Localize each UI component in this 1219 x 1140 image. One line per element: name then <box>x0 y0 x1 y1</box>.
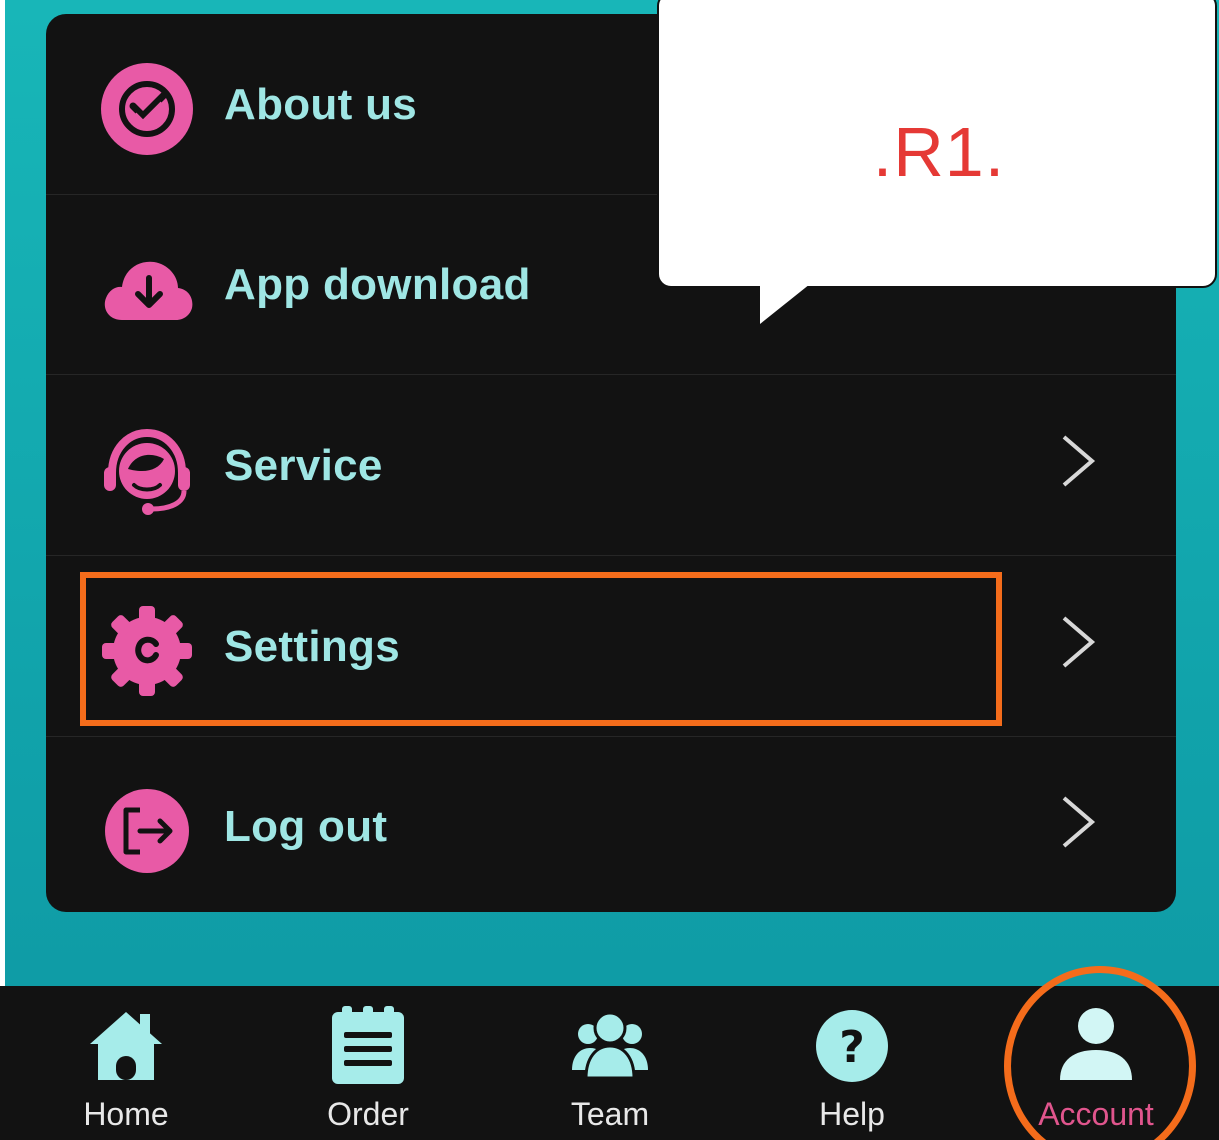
nav-label: Help <box>819 1096 885 1132</box>
menu-item-label: Service <box>224 441 383 490</box>
callout-bubble: .R1. <box>657 0 1217 288</box>
menu-item-log-out[interactable]: Log out <box>46 736 1176 912</box>
svg-text:?: ? <box>839 1022 865 1073</box>
customer-service-icon <box>100 423 194 517</box>
about-check-icon <box>100 62 194 156</box>
menu-item-service[interactable]: Service <box>46 375 1176 556</box>
menu-item-label: Log out <box>224 802 388 851</box>
menu-item-label: App download <box>224 260 531 309</box>
menu-item-label: About us <box>224 80 418 129</box>
home-icon <box>86 1004 166 1084</box>
help-icon: ? <box>812 1004 892 1084</box>
nav-tab-order[interactable]: Order <box>268 986 468 1140</box>
chevron-right-icon <box>1058 433 1098 489</box>
logout-icon <box>100 784 194 878</box>
screen-edge <box>0 0 5 1140</box>
callout-tail <box>760 280 810 324</box>
nav-tab-home[interactable]: Home <box>26 986 226 1140</box>
cloud-download-icon <box>100 242 194 336</box>
chevron-right-icon <box>1058 614 1098 670</box>
order-clipboard-icon <box>328 1004 408 1084</box>
app-screen: About us App download Service Settings L… <box>0 0 1219 1140</box>
chevron-right-icon <box>1058 794 1098 850</box>
nav-tab-help[interactable]: ? Help <box>752 986 952 1140</box>
nav-tab-team[interactable]: Team <box>510 986 710 1140</box>
nav-label: Order <box>327 1096 409 1132</box>
settings-highlight-box <box>80 572 1002 726</box>
callout-text: .R1. <box>872 113 1006 191</box>
nav-label: Home <box>83 1096 169 1132</box>
nav-label: Team <box>570 1096 650 1132</box>
team-icon <box>570 1004 650 1084</box>
